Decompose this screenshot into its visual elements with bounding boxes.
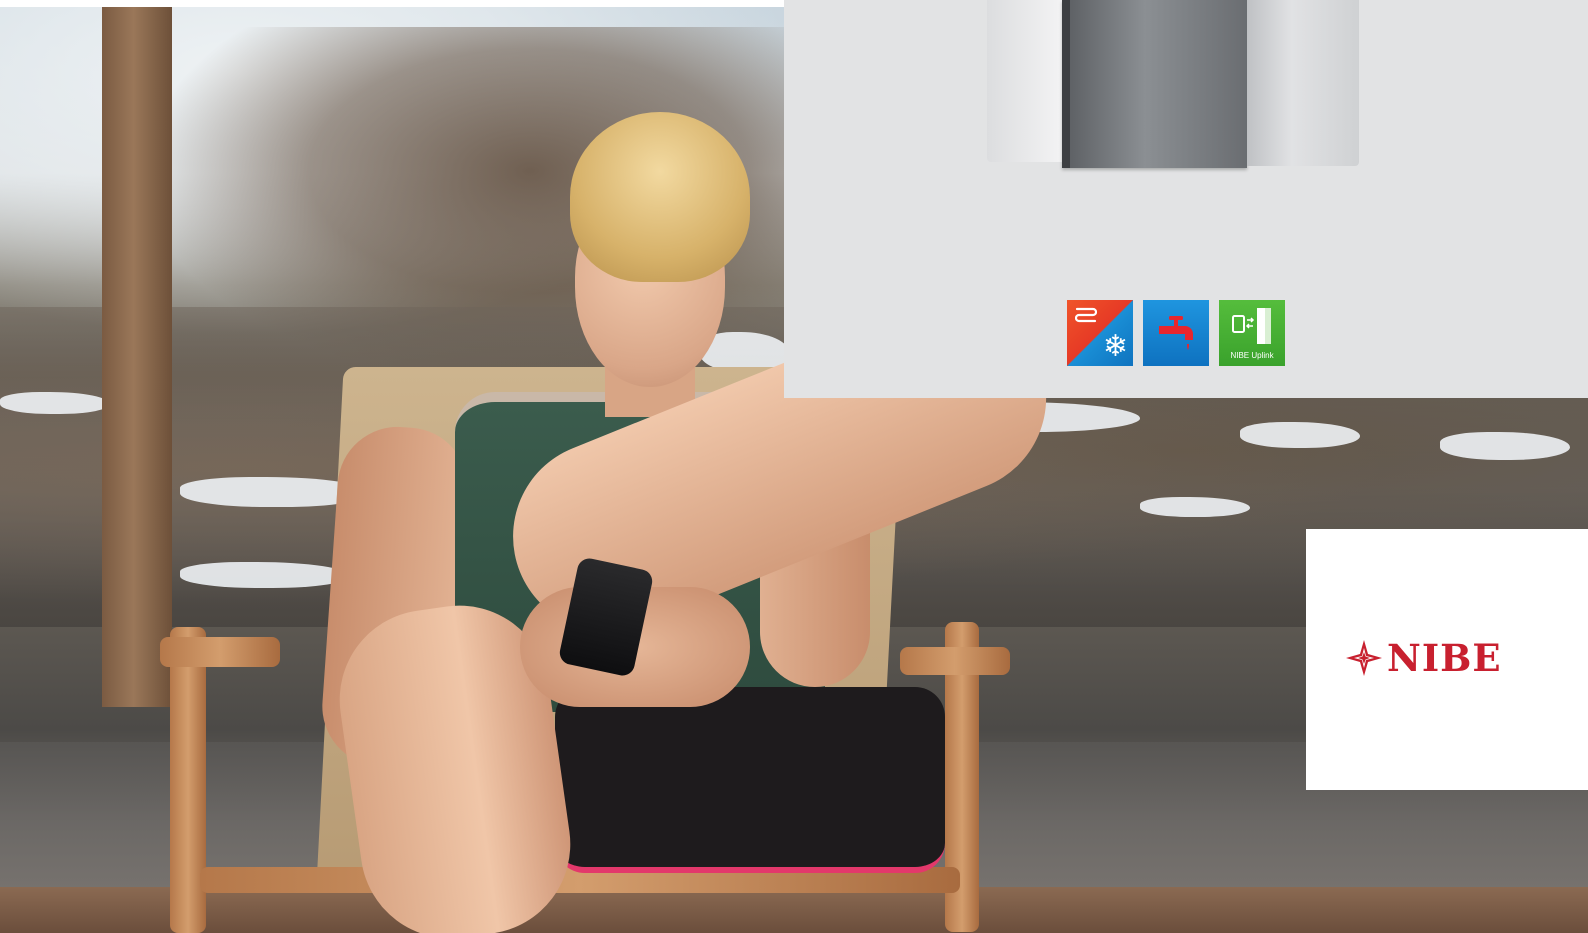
phone-to-unit-icon: [1232, 308, 1271, 344]
logo-card: NIBE: [1306, 529, 1588, 790]
person-hair: [570, 112, 750, 282]
tap-icon: [1159, 316, 1193, 350]
wooden-pillar: [102, 7, 172, 707]
logo-text: NIBE: [1387, 636, 1502, 680]
hot-water-tap-icon: [1143, 300, 1209, 366]
chair-armrest: [160, 637, 280, 667]
snow-patch: [1440, 432, 1570, 460]
snow-patch: [180, 562, 350, 588]
heating-cooling-icon: ❄: [1067, 300, 1133, 366]
wooden-floor: [0, 887, 1588, 933]
chair-armrest: [900, 647, 1010, 675]
product-panel: ❄ NIBE Uplink: [784, 0, 1588, 398]
feature-icons: ❄ NIBE Uplink: [1067, 300, 1285, 366]
heat-pump-unit: [987, 0, 1359, 168]
nibe-uplink-icon: NIBE Uplink: [1219, 300, 1285, 366]
nibe-star-icon: [1346, 640, 1382, 676]
heat-coil-icon: [1075, 307, 1097, 323]
uplink-label: NIBE Uplink: [1230, 351, 1274, 360]
page: ❄ NIBE Uplink NIBE: [0, 0, 1588, 933]
snow-patch: [1240, 422, 1360, 448]
person-shorts: [555, 687, 945, 873]
snow-patch: [1140, 497, 1250, 517]
unit-side-panel: [987, 0, 1062, 162]
unit-front-panel: [1062, 0, 1247, 168]
nibe-logo: NIBE: [1345, 639, 1502, 677]
snow-patch: [0, 392, 110, 414]
unit-side-panel: [1247, 0, 1359, 166]
snowflake-icon: ❄: [1102, 329, 1128, 364]
